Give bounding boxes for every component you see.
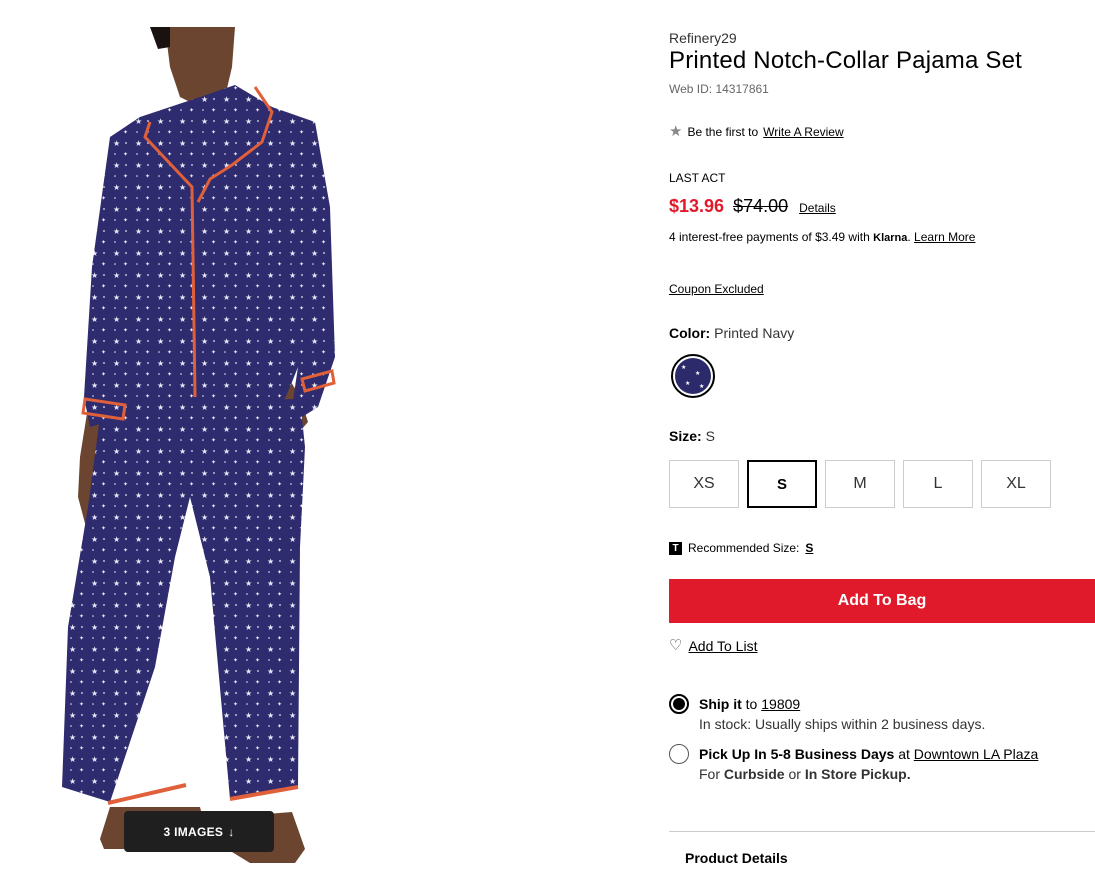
product-image[interactable]: ★ ✦ 3 IMAGES ↓: [0, 27, 548, 870]
add-to-bag-button[interactable]: Add To Bag: [669, 579, 1095, 623]
pickup-text: Pick Up In 5-8 Business Days at Downtown…: [699, 744, 1038, 784]
pickup-label: Pick Up In 5-8 Business Days: [699, 746, 895, 762]
write-review-link[interactable]: Write A Review: [763, 125, 843, 139]
pickup-for-text: For: [699, 766, 720, 782]
heart-outline-icon: ♡: [669, 637, 683, 654]
arrow-down-icon: ↓: [228, 824, 235, 839]
size-label-key: Size:: [669, 428, 702, 444]
review-text: Be the first to: [687, 125, 759, 139]
color-label-key: Color:: [669, 325, 711, 341]
pajama-model-illustration: ★ ✦: [0, 27, 548, 870]
size-option-xl[interactable]: XL: [981, 460, 1051, 508]
price-details-link[interactable]: Details: [799, 201, 836, 215]
recommended-size-label: Recommended Size:: [688, 541, 800, 555]
true-fit-icon: T: [669, 541, 682, 555]
size-option-s[interactable]: S: [747, 460, 817, 508]
klarna-learn-more-link[interactable]: Learn More: [914, 230, 975, 244]
ship-stock-text: In stock: Usually ships within 2 busines…: [699, 716, 986, 732]
size-option-m[interactable]: M: [825, 460, 895, 508]
pickup-or-text: or: [788, 766, 801, 782]
curbside-label: Curbside: [723, 766, 785, 782]
klarna-logo: Klarna: [873, 232, 908, 244]
store-link[interactable]: Downtown LA Plaza: [914, 746, 1039, 762]
ship-it-label: Ship it: [699, 696, 742, 712]
color-label: Color: Printed Navy: [669, 325, 794, 341]
section-divider: [669, 831, 1095, 832]
size-option-l[interactable]: L: [903, 460, 973, 508]
klarna-text: 4 interest-free payments of $3.49 with: [669, 230, 870, 244]
pickup-radio[interactable]: [669, 744, 689, 764]
product-title: Printed Notch-Collar Pajama Set: [669, 47, 1023, 74]
view-images-button[interactable]: 3 IMAGES ↓: [124, 811, 274, 852]
images-count-label: 3 IMAGES: [163, 824, 224, 839]
web-id: Web ID: 14317861: [669, 82, 769, 96]
product-details-panel: Refinery29 Printed Notch-Collar Pajama S…: [669, 0, 1095, 870]
ship-it-text: Ship it to 19809 In stock: Usually ships…: [699, 694, 985, 734]
brand-name[interactable]: Refinery29: [669, 30, 737, 46]
star-icon: ★: [669, 123, 683, 140]
coupon-excluded-link[interactable]: Coupon Excluded: [669, 282, 764, 296]
product-details-heading[interactable]: Product Details: [685, 850, 788, 866]
swatch-fill: ★ ★ ★ ★: [675, 358, 711, 394]
in-store-label: In Store Pickup.: [804, 766, 911, 782]
recommended-size-value[interactable]: S: [805, 541, 813, 555]
size-value: S: [705, 428, 715, 444]
size-options: XS S M L XL: [669, 460, 1051, 508]
pickup-at-text: at: [898, 746, 910, 762]
size-label: Size: S: [669, 428, 715, 444]
zip-code-link[interactable]: 19809: [761, 696, 800, 712]
add-to-list-button[interactable]: ♡ Add To List: [669, 638, 757, 654]
sale-price: $13.96: [669, 196, 725, 216]
price-row: $13.96 $74.00 Details: [669, 196, 836, 217]
original-price: $74.00: [733, 196, 789, 216]
review-prompt: ★ Be the first to Write A Review: [669, 123, 844, 140]
ship-it-radio[interactable]: [669, 694, 689, 714]
ship-it-option[interactable]: Ship it to 19809 In stock: Usually ships…: [669, 694, 985, 734]
color-swatch-printed-navy[interactable]: ★ ★ ★ ★: [671, 354, 715, 398]
klarna-payment-info: 4 interest-free payments of $3.49 with K…: [669, 230, 976, 244]
add-to-list-label: Add To List: [688, 638, 758, 654]
color-value: Printed Navy: [714, 325, 795, 341]
ship-to-text: to: [745, 696, 758, 712]
recommended-size: T Recommended Size: S: [669, 541, 813, 555]
promo-label: LAST ACT: [669, 171, 726, 185]
pickup-option[interactable]: Pick Up In 5-8 Business Days at Downtown…: [669, 744, 1038, 784]
size-option-xs[interactable]: XS: [669, 460, 739, 508]
